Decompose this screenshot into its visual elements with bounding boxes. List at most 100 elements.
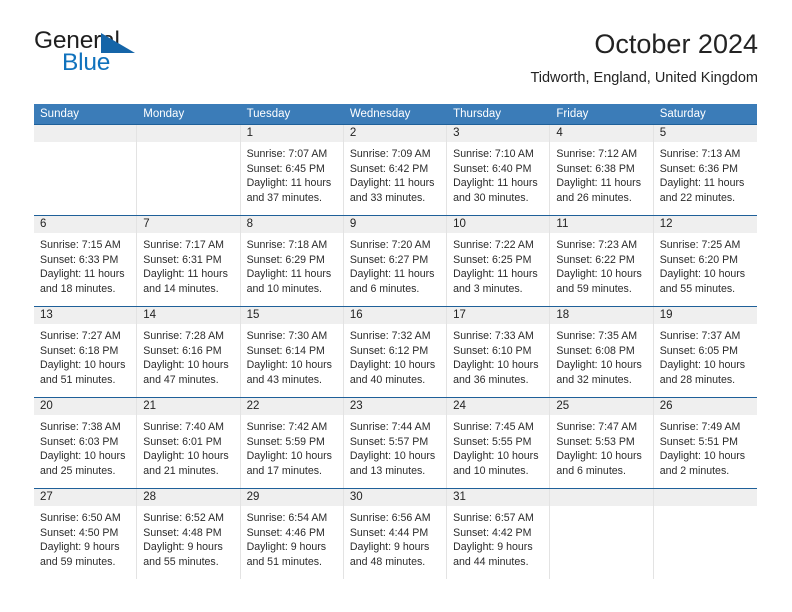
daylight-text-line2: and 18 minutes.	[40, 282, 116, 295]
sunset-text: Sunset: 6:03 PM	[40, 435, 119, 448]
day-cell[interactable]: 18 Sunrise: 7:35 AM Sunset: 6:08 PM Dayligh…	[550, 306, 654, 398]
daylight-text-line1: Daylight: 9 hours	[349, 541, 430, 554]
day-cell[interactable]: 17 Sunrise: 7:33 AM Sunset: 6:10 PM Dayligh…	[447, 306, 551, 398]
sunrise-text: Sunrise: 7:07 AM	[246, 148, 328, 160]
daylight-text-line1: Daylight: 10 hours	[349, 359, 436, 372]
day-number: 30	[343, 489, 447, 506]
day-cell[interactable]: 14 Sunrise: 7:28 AM Sunset: 6:16 PM Dayligh…	[137, 306, 241, 398]
day-cell[interactable]	[653, 488, 757, 579]
day-number: 6	[34, 216, 137, 233]
sunset-text: Sunset: 6:42 PM	[349, 162, 429, 175]
sunset-text: Sunset: 5:51 PM	[659, 435, 739, 448]
sunrise-text: Sunrise: 7:37 AM	[659, 330, 741, 342]
day-cell[interactable]: 13 Sunrise: 7:27 AM Sunset: 6:18 PM Dayligh…	[34, 306, 138, 398]
day-cell[interactable]	[34, 124, 138, 216]
weekday-header-monday: Monday	[137, 104, 241, 125]
day-cell[interactable]: 26 Sunrise: 7:49 AM Sunset: 5:51 PM Dayligh…	[653, 397, 757, 489]
daylight-text-line1: Daylight: 11 hours	[349, 177, 435, 190]
day-cell[interactable]: 23 Sunrise: 7:44 AM Sunset: 5:57 PM Dayligh…	[343, 397, 448, 489]
week-row: 6 Sunrise: 7:15 AM Sunset: 6:33 PM Daylight…	[34, 215, 757, 307]
sunset-text: Sunset: 6:14 PM	[246, 344, 325, 357]
daylight-text-line2: and 10 minutes.	[246, 282, 322, 295]
sunrise-text: Sunrise: 7:17 AM	[143, 239, 224, 251]
day-number: 21	[137, 398, 240, 415]
day-number: 10	[447, 216, 550, 233]
day-cell[interactable]: 30 Sunrise: 6:56 AM Sunset: 4:44 PM Dayligh…	[343, 488, 448, 579]
sunset-text: Sunset: 6:33 PM	[40, 253, 119, 266]
sunrise-text: Sunrise: 7:45 AM	[453, 421, 534, 433]
day-number: 5	[653, 125, 757, 142]
day-cell[interactable]: 8 Sunrise: 7:18 AM Sunset: 6:29 PM Daylight…	[240, 215, 344, 307]
sunset-text: Sunset: 6:05 PM	[659, 344, 739, 357]
day-cell[interactable]: 2 Sunrise: 7:09 AM Sunset: 6:42 PM Daylight…	[343, 124, 448, 216]
sunrise-text: Sunrise: 6:52 AM	[143, 512, 224, 524]
sunset-text: Sunset: 6:08 PM	[556, 344, 635, 357]
day-cell[interactable]: 21 Sunrise: 7:40 AM Sunset: 6:01 PM Dayligh…	[137, 397, 241, 489]
daylight-text-line1: Daylight: 10 hours	[143, 450, 229, 463]
daylight-text-line1: Daylight: 10 hours	[40, 359, 126, 372]
daylight-text-line1: Daylight: 10 hours	[659, 450, 746, 463]
day-number: 18	[550, 307, 653, 324]
day-cell[interactable]: 25 Sunrise: 7:47 AM Sunset: 5:53 PM Dayligh…	[550, 397, 654, 489]
day-cell[interactable]: 1 Sunrise: 7:07 AM Sunset: 6:45 PM Daylight…	[240, 124, 344, 216]
day-cell[interactable]: 11 Sunrise: 7:23 AM Sunset: 6:22 PM Dayligh…	[550, 215, 654, 307]
day-cell[interactable]: 10 Sunrise: 7:22 AM Sunset: 6:25 PM Dayligh…	[447, 215, 551, 307]
day-number: 3	[447, 125, 550, 142]
sunrise-text: Sunrise: 7:35 AM	[556, 330, 638, 342]
day-cell[interactable]: 15 Sunrise: 7:30 AM Sunset: 6:14 PM Dayligh…	[240, 306, 344, 398]
day-cell[interactable]	[137, 124, 241, 216]
day-cell[interactable]: 20 Sunrise: 7:38 AM Sunset: 6:03 PM Dayligh…	[34, 397, 138, 489]
page-header: General Blue October 2024 Tidworth, Engl…	[34, 28, 758, 98]
sunrise-text: Sunrise: 7:47 AM	[556, 421, 638, 433]
day-cell[interactable]: 4 Sunrise: 7:12 AM Sunset: 6:38 PM Daylight…	[550, 124, 654, 216]
sunrise-text: Sunrise: 7:28 AM	[143, 330, 224, 342]
daylight-text-line1: Daylight: 10 hours	[40, 450, 126, 463]
daylight-text-line1: Daylight: 10 hours	[556, 450, 642, 463]
daylight-text-line1: Daylight: 9 hours	[40, 541, 120, 554]
sunrise-text: Sunrise: 7:30 AM	[246, 330, 328, 342]
sunset-text: Sunset: 5:57 PM	[349, 435, 429, 448]
day-cell[interactable]: 31 Sunrise: 6:57 AM Sunset: 4:42 PM Dayligh…	[447, 488, 551, 579]
day-cell[interactable]: 3 Sunrise: 7:10 AM Sunset: 6:40 PM Daylight…	[447, 124, 551, 216]
daylight-text-line2: and 59 minutes.	[40, 555, 116, 568]
day-number: 14	[137, 307, 240, 324]
day-cell[interactable]: 22 Sunrise: 7:42 AM Sunset: 5:59 PM Dayligh…	[240, 397, 344, 489]
daylight-text-line2: and 51 minutes.	[40, 373, 116, 386]
sunrise-text: Sunrise: 7:38 AM	[40, 421, 121, 433]
sunrise-text: Sunrise: 7:09 AM	[349, 148, 431, 160]
day-cell[interactable]: 7 Sunrise: 7:17 AM Sunset: 6:31 PM Daylight…	[137, 215, 241, 307]
day-number: 8	[240, 216, 343, 233]
day-cell[interactable]: 24 Sunrise: 7:45 AM Sunset: 5:55 PM Dayligh…	[447, 397, 551, 489]
daylight-text-line1: Daylight: 10 hours	[453, 450, 539, 463]
day-cell[interactable]: 12 Sunrise: 7:25 AM Sunset: 6:20 PM Dayligh…	[653, 215, 757, 307]
day-cell[interactable]: 5 Sunrise: 7:13 AM Sunset: 6:36 PM Daylight…	[653, 124, 757, 216]
day-cell[interactable]: 28 Sunrise: 6:52 AM Sunset: 4:48 PM Dayligh…	[137, 488, 241, 579]
day-cell[interactable]: 9 Sunrise: 7:20 AM Sunset: 6:27 PM Daylight…	[343, 215, 448, 307]
day-number: 26	[653, 398, 757, 415]
sunrise-text: Sunrise: 7:22 AM	[453, 239, 534, 251]
day-cell[interactable]: 16 Sunrise: 7:32 AM Sunset: 6:12 PM Dayligh…	[343, 306, 448, 398]
day-cell[interactable]: 6 Sunrise: 7:15 AM Sunset: 6:33 PM Daylight…	[34, 215, 138, 307]
day-cell[interactable]: 27 Sunrise: 6:50 AM Sunset: 4:50 PM Dayligh…	[34, 488, 138, 579]
sunrise-text: Sunrise: 7:18 AM	[246, 239, 328, 251]
week-row: 1 Sunrise: 7:07 AM Sunset: 6:45 PM Daylight…	[34, 124, 757, 216]
weekday-header-thursday: Thursday	[447, 104, 551, 125]
weekday-header-saturday: Saturday	[653, 104, 757, 125]
sunset-text: Sunset: 4:50 PM	[40, 526, 119, 539]
general-blue-logo[interactable]: General Blue	[34, 28, 284, 92]
day-cell[interactable]: 29 Sunrise: 6:54 AM Sunset: 4:46 PM Dayligh…	[240, 488, 344, 579]
sunset-text: Sunset: 6:27 PM	[349, 253, 429, 266]
daylight-text-line1: Daylight: 10 hours	[556, 268, 642, 281]
sunset-text: Sunset: 5:53 PM	[556, 435, 635, 448]
daylight-text-line2: and 10 minutes.	[453, 464, 529, 477]
day-cell[interactable]: 19 Sunrise: 7:37 AM Sunset: 6:05 PM Dayligh…	[653, 306, 757, 398]
daylight-text-line1: Daylight: 10 hours	[246, 359, 332, 372]
day-number: 24	[447, 398, 550, 415]
day-cell[interactable]	[550, 488, 654, 579]
sunset-text: Sunset: 5:59 PM	[246, 435, 325, 448]
daylight-text-line2: and 43 minutes.	[246, 373, 322, 386]
daylight-text-line1: Daylight: 10 hours	[659, 359, 746, 372]
daylight-text-line1: Daylight: 11 hours	[40, 268, 125, 281]
day-number: 2	[343, 125, 447, 142]
sunset-text: Sunset: 6:12 PM	[349, 344, 429, 357]
